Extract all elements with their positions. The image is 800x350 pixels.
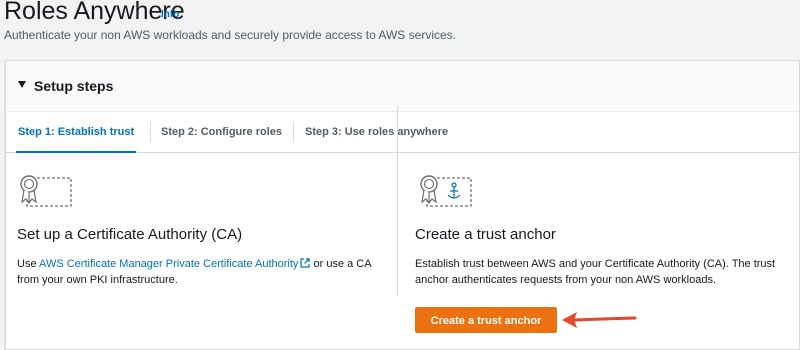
ca-card-text: Use AWS Certificate Manager Private Cert…: [17, 258, 371, 286]
tab-establish-trust[interactable]: Step 1: Establish trust: [15, 112, 137, 153]
ca-card-title: Set up a Certificate Authority (CA): [17, 226, 243, 243]
tab-separator: [293, 122, 294, 142]
tab-configure-roles[interactable]: Step 2: Configure roles: [161, 112, 282, 152]
info-link[interactable]: Info: [161, 9, 179, 21]
external-link-icon[interactable]: [300, 258, 311, 268]
caret-down-icon[interactable]: [18, 81, 26, 88]
create-trust-anchor-button[interactable]: Create a trust anchor: [415, 307, 557, 333]
setup-steps-header[interactable]: Setup steps: [6, 61, 799, 112]
page-title: Roles Anywhere: [4, 0, 185, 25]
tab-use-roles-anywhere[interactable]: Step 3: Use roles anywhere: [305, 112, 448, 152]
certificate-icon: [20, 175, 72, 207]
column-divider: [397, 106, 398, 296]
page-description: Authenticate your non AWS workloads and …: [4, 28, 456, 42]
tab-separator: [150, 122, 151, 142]
trust-anchor-card-title: Create a trust anchor: [415, 226, 556, 243]
setup-steps-title: Setup steps: [34, 78, 114, 94]
acm-private-ca-link[interactable]: AWS Certificate Manager Private Certific…: [39, 258, 298, 270]
trust-anchor-certificate-icon: [420, 175, 472, 207]
annotation-arrow-icon: [562, 312, 637, 328]
trust-anchor-card-text: Establish trust between AWS and your Cer…: [415, 258, 776, 286]
step-tabs: Step 1: Establish trust Step 2: Configur…: [6, 112, 799, 153]
setup-steps-panel: Setup steps Step 1: Establish trust Step…: [5, 60, 800, 350]
